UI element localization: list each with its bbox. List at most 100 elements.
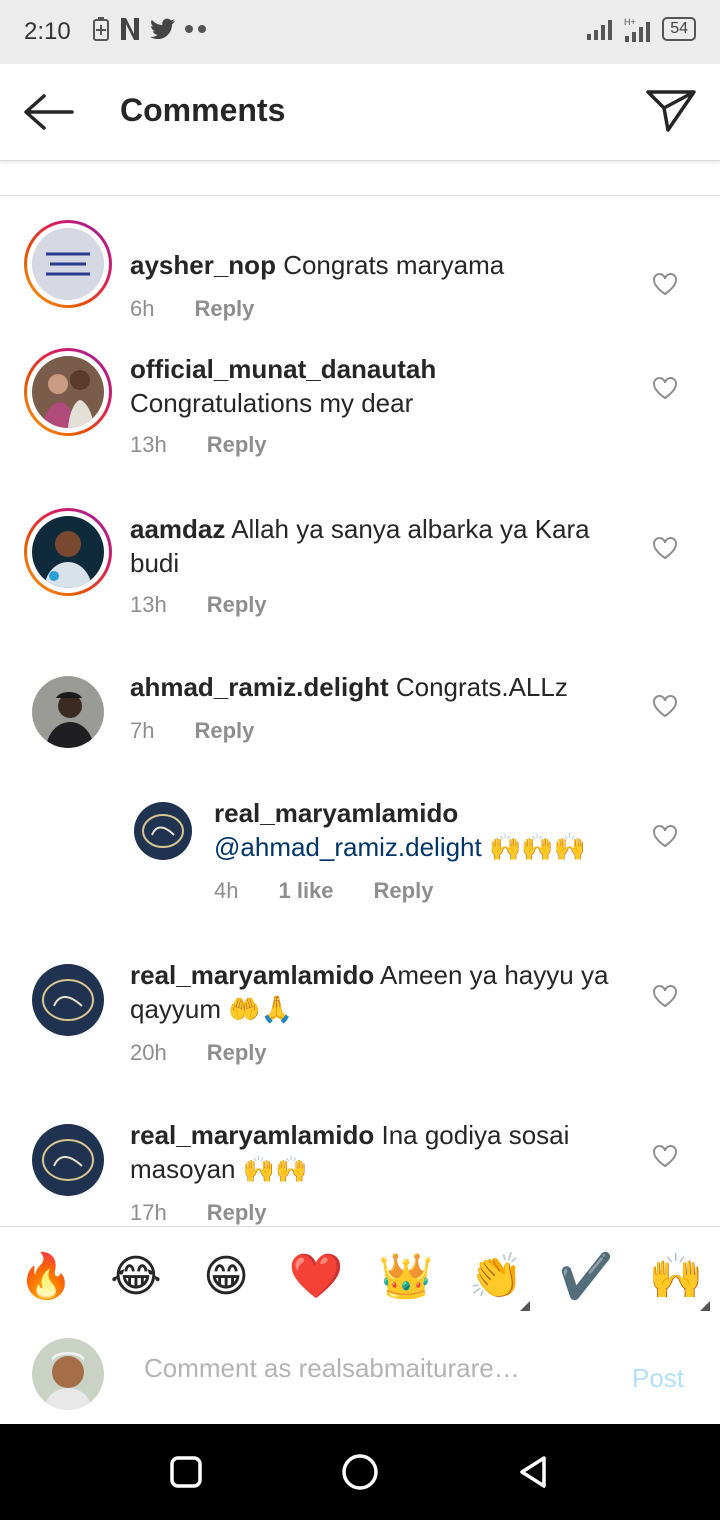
avatar[interactable] [32,676,104,748]
story-ring[interactable] [24,508,112,596]
heart-icon[interactable] [652,984,678,1008]
reply-button[interactable]: Reply [207,432,267,458]
emoji-quick-bar: 🔥 😂 😁 ❤️ 👑 👏 ✔️ 🙌 [0,1226,720,1324]
comment-item: official_munat_danautah Congratulations m… [0,348,720,488]
comment-item: real_maryamlamido Ameen ya hayyu ya qayy… [0,960,720,1092]
page-title: Comments [120,92,286,128]
likes-count[interactable]: 1 like [278,878,333,904]
app-bar: Comments [0,64,720,161]
avatar [32,516,104,588]
heart-icon[interactable] [652,824,678,848]
comment-meta: 6h Reply [130,296,254,322]
heart-emoji-button[interactable]: ❤️ [288,1249,344,1305]
clap-emoji-button[interactable]: 👏 [468,1249,524,1305]
comment-list[interactable]: aysher_nop Congrats maryama 6h Reply off… [0,196,720,1226]
comment-time: 20h [130,1040,167,1065]
svg-text:H+: H+ [624,17,636,27]
recents-icon[interactable] [164,1450,208,1494]
username[interactable]: ahmad_ramiz.delight [130,672,389,702]
comment-meta: 4h 1 like Reply [214,878,433,904]
man-avatar-image [32,516,104,588]
comment-meta: 7h Reply [130,718,254,744]
comment-text: ahmad_ramiz.delight Congrats.ALLz [130,670,630,704]
skin-tone-indicator-icon [700,1301,710,1311]
heart-icon[interactable] [652,272,678,296]
comment-body: Congrats.ALLz [395,672,568,702]
avatar[interactable] [32,1124,104,1196]
comment-meta: 13h Reply [130,592,267,618]
comment-body: Congrats maryama [283,250,505,280]
heart-icon[interactable] [652,1144,678,1168]
comment-time: 13h [130,432,167,457]
more-dots-icon [185,25,206,33]
battery-saver-icon [93,17,109,41]
comment-text: real_maryamlamido Ina godiya sosai masoy… [130,1118,630,1186]
story-ring[interactable] [24,348,112,436]
avatar[interactable] [134,802,192,860]
username[interactable]: real_maryamlamido [214,798,458,828]
check-emoji-button[interactable]: ✔️ [558,1249,614,1305]
comment-time: 17h [130,1200,167,1225]
comment-text: real_maryamlamido Ameen ya hayyu ya qayy… [130,958,630,1026]
skin-tone-indicator-icon [520,1301,530,1311]
username[interactable]: real_maryamlamido [130,960,374,990]
couple-avatar-image [32,356,104,428]
status-right-icons: H+ 54 [586,16,696,42]
comment-item: aamdaz Allah ya sanya albarka ya Kara bu… [0,508,720,648]
reply-button[interactable]: Reply [374,878,434,904]
calligraphy-avatar-image [32,228,104,300]
comment-text: aysher_nop Congrats maryama [130,248,630,282]
laughing-emoji-button[interactable]: 😂 [108,1249,164,1305]
signal-icon [587,20,613,40]
heart-icon[interactable] [652,376,678,400]
system-nav-bar [0,1424,720,1520]
user-photo-image [32,1338,104,1410]
heart-icon[interactable] [652,536,678,560]
comment-meta: 13h Reply [130,432,267,458]
reply-button[interactable]: Reply [194,718,254,744]
raised-hands-emoji-button[interactable]: 🙌 [648,1249,704,1305]
back-icon[interactable] [512,1450,556,1494]
comment-time: 4h [214,878,239,903]
reply-button[interactable]: Reply [194,296,254,322]
post-button[interactable]: Post [632,1363,684,1394]
comment-time: 13h [130,592,167,617]
fire-emoji-button[interactable]: 🔥 [18,1249,74,1305]
comment-text: real_maryamlamido @ahmad_ramiz.delight 🙌🙌… [214,796,634,864]
username[interactable]: real_maryamlamido [130,1120,374,1150]
reply-item: real_maryamlamido @ahmad_ramiz.delight 🙌🙌… [0,798,720,920]
comment-text: official_munat_danautah Congratulations m… [130,352,630,420]
battery-icon: 54 [662,17,696,41]
username[interactable]: aysher_nop [130,250,276,280]
twitter-icon [150,18,175,40]
current-user-avatar [32,1338,104,1410]
story-ring[interactable] [24,220,112,308]
grinning-emoji-button[interactable]: 😁 [198,1249,254,1305]
man-cap-avatar-image [32,676,104,748]
mention-link[interactable]: @ahmad_ramiz.delight [214,832,482,862]
home-icon[interactable] [338,1450,382,1494]
comment-time: 7h [130,718,155,743]
avatar [32,228,104,300]
comment-meta: 20h Reply [130,1040,267,1066]
comment-text: aamdaz Allah ya sanya albarka ya Kara bu… [130,512,630,580]
reply-button[interactable]: Reply [207,592,267,618]
reply-button[interactable]: Reply [207,1040,267,1066]
comment-body: Congratulations my dear [130,388,414,418]
comment-item: real_maryamlamido Ina godiya sosai masoy… [0,1120,720,1226]
comment-item: aysher_nop Congrats maryama 6h Reply [0,220,720,330]
avatar [32,356,104,428]
avatar[interactable] [32,964,104,1036]
comment-composer: Post [0,1323,720,1423]
monogram-avatar-image [134,802,192,860]
comment-input[interactable] [144,1353,604,1384]
crown-emoji-button[interactable]: 👑 [378,1249,434,1305]
send-icon[interactable] [644,86,698,136]
username[interactable]: aamdaz [130,514,225,544]
reply-button[interactable]: Reply [207,1200,267,1226]
arrow-left-icon[interactable] [20,90,76,134]
comment-body: 🙌🙌🙌 [488,832,587,862]
comment-time: 6h [130,296,155,321]
username[interactable]: official_munat_danautah [130,354,436,384]
heart-icon[interactable] [652,694,678,718]
